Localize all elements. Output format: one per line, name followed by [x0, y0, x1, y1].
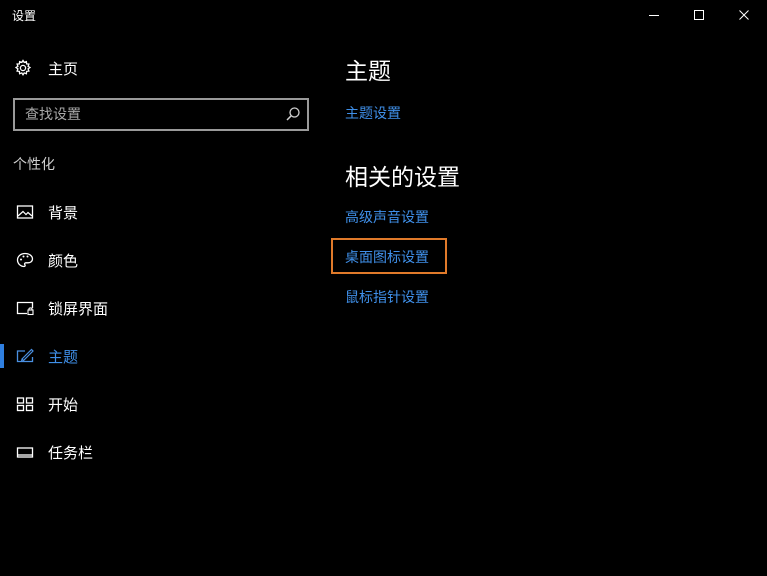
sidebar-home[interactable]: 主页: [14, 56, 78, 80]
page-title: 主题: [345, 59, 391, 85]
start-tiles-icon: [16, 397, 34, 412]
advanced-sound-settings-link[interactable]: 高级声音设置: [345, 207, 429, 227]
theme-brush-icon: [16, 348, 34, 363]
minimize-icon: [649, 15, 659, 16]
lockscreen-icon: [16, 301, 34, 316]
gear-icon: [14, 59, 32, 77]
close-icon: [739, 10, 749, 20]
sidebar-item-colors[interactable]: 颜色: [0, 240, 320, 280]
sidebar-item-theme[interactable]: 主题: [0, 336, 320, 376]
window-title: 设置: [12, 9, 37, 23]
sidebar-item-taskbar[interactable]: 任务栏: [0, 432, 320, 472]
palette-icon: [16, 252, 34, 268]
sidebar-item-label: 锁屏界面: [48, 300, 109, 318]
mouse-pointer-settings-link[interactable]: 鼠标指针设置: [345, 287, 429, 307]
maximize-icon: [694, 10, 704, 20]
sidebar-item-label: 背景: [48, 204, 79, 222]
home-label: 主页: [48, 59, 79, 78]
search-box[interactable]: [13, 98, 309, 131]
close-button[interactable]: [721, 0, 767, 30]
minimize-button[interactable]: [631, 0, 677, 30]
sidebar-item-start[interactable]: 开始: [0, 384, 320, 424]
theme-settings-link[interactable]: 主题设置: [345, 103, 401, 123]
sidebar-item-label: 主题: [48, 348, 79, 366]
sidebar-item-label: 开始: [48, 396, 79, 414]
maximize-button[interactable]: [676, 0, 722, 30]
image-icon: [16, 205, 34, 219]
related-settings-heading: 相关的设置: [345, 165, 460, 191]
desktop-icon-settings-link[interactable]: 桌面图标设置: [345, 247, 429, 267]
search-icon[interactable]: [285, 106, 301, 122]
taskbar-icon: [16, 447, 34, 458]
sidebar-item-background[interactable]: 背景: [0, 192, 320, 232]
search-input[interactable]: [15, 100, 275, 129]
title-bar: 设置: [0, 0, 767, 30]
sidebar-item-label: 颜色: [48, 252, 79, 270]
section-title: 个性化: [13, 157, 55, 173]
sidebar-item-label: 任务栏: [48, 444, 94, 462]
sidebar-item-lockscreen[interactable]: 锁屏界面: [0, 288, 320, 328]
